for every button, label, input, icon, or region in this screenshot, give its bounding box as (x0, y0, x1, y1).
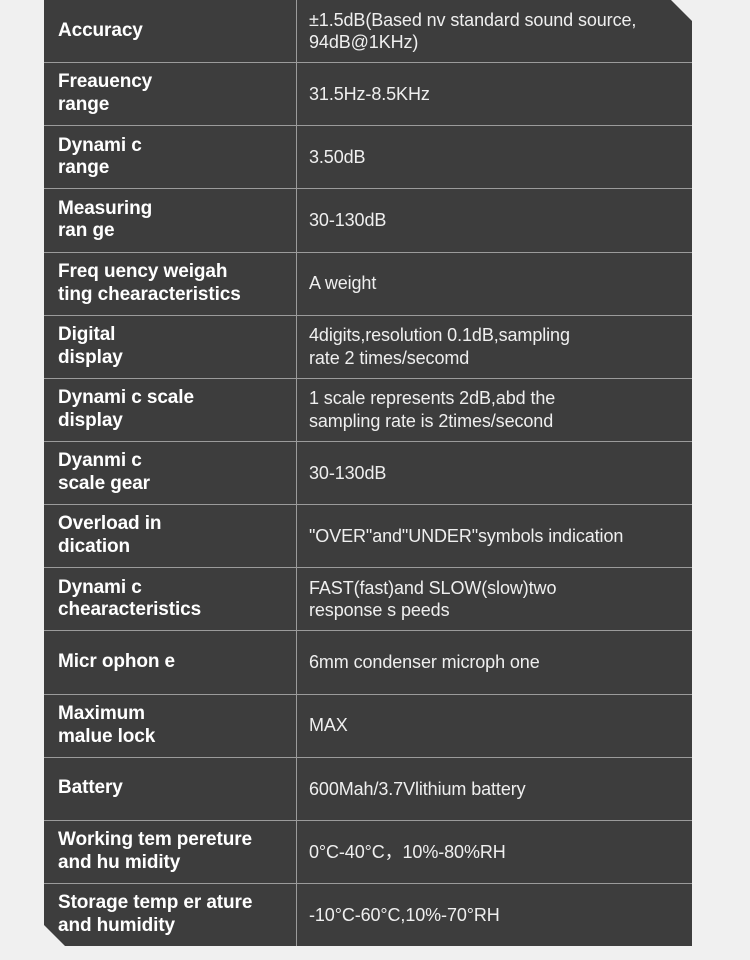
spec-value-text: 1 scale represents 2dB,abd the sampling … (309, 388, 556, 431)
spec-value-text: 30-130dB (309, 210, 387, 231)
table-row: Battery 600Mah/3.7Vlithium battery (44, 758, 692, 821)
spec-value-cell: 1 scale represents 2dB,abd the sampling … (297, 379, 692, 441)
spec-label-text: Dynami c chearacteristics (58, 576, 202, 621)
spec-label-cell: Storage temp er ature and humidity (44, 884, 297, 946)
spec-value-text: 600Mah/3.7Vlithium battery (309, 778, 526, 799)
spec-label-text: Accuracy (58, 19, 143, 41)
spec-label-cell: Accuracy (44, 0, 297, 62)
spec-label-cell: Overload in dication (44, 505, 297, 567)
spec-label-text: Maximum malue lock (58, 702, 156, 747)
table-row: Digital display 4digits,resolution 0.1dB… (44, 316, 692, 379)
spec-label-cell: Measuring ran ge (44, 189, 297, 251)
spec-value-cell: 600Mah/3.7Vlithium battery (297, 758, 692, 820)
spec-label-text: Digital display (58, 323, 123, 368)
spec-value-text: 0°C-40°C，10%-80%RH (309, 841, 506, 862)
table-row: Maximum malue lock MAX (44, 695, 692, 758)
spec-label-text: Freq uency weigah ting chearacteristics (58, 260, 241, 305)
spec-label-text: Working tem pereture and hu midity (58, 829, 253, 873)
table-row: Dynami c scale display 1 scale represent… (44, 379, 692, 442)
spec-label-cell: Digital display (44, 316, 297, 378)
specifications-table: Accuracy ±1.5dB(Based nv standard sound … (44, 0, 692, 946)
spec-value-text: 4digits,resolution 0.1dB,sampling rate 2… (309, 325, 570, 368)
spec-value-cell: A weight (297, 253, 692, 315)
spec-value-text: -10°C-60°C,10%-70°RH (309, 904, 500, 925)
spec-value-text: 30-130dB (309, 462, 387, 483)
spec-label-cell: Freq uency weigah ting chearacteristics (44, 253, 297, 315)
spec-label-text: Storage temp er ature and humidity (58, 892, 253, 937)
spec-label-cell: Dynami c scale display (44, 379, 297, 441)
spec-label-cell: Dynami c range (44, 126, 297, 188)
spec-value-text: MAX (309, 715, 348, 736)
spec-label-text: Dynami c range (58, 134, 142, 179)
spec-label-text: Freauency range (58, 71, 153, 116)
spec-value-cell: -10°C-60°C,10%-70°RH (297, 884, 692, 946)
table-row: Micr ophon e 6mm condenser microph one (44, 631, 692, 694)
spec-value-text: 31.5Hz-8.5KHz (309, 83, 430, 104)
table-row: Storage temp er ature and humidity -10°C… (44, 884, 692, 946)
spec-value-cell: 31.5Hz-8.5KHz (297, 63, 692, 125)
table-row: Working tem pereture and hu midity 0°C-4… (44, 821, 692, 884)
spec-value-text: 6mm condenser microph one (309, 652, 540, 673)
spec-label-cell: Dyanmi c scale gear (44, 442, 297, 504)
spec-value-cell: FAST(fast)and SLOW(slow)two response s p… (297, 568, 692, 630)
spec-table-container: Accuracy ±1.5dB(Based nv standard sound … (44, 0, 692, 946)
spec-value-text: ±1.5dB(Based nv standard sound source, 9… (309, 9, 637, 53)
table-row: Accuracy ±1.5dB(Based nv standard sound … (44, 0, 692, 63)
table-row: Overload in dication "OVER"and"UNDER"sym… (44, 505, 692, 568)
spec-label-text: Micr ophon e (58, 651, 176, 673)
table-row: Freq uency weigah ting chearacteristics … (44, 253, 692, 316)
spec-value-cell: MAX (297, 695, 692, 757)
spec-label-text: Battery (58, 777, 123, 799)
spec-value-cell: 30-130dB (297, 189, 692, 251)
table-row: Dynami c chearacteristics FAST(fast)and … (44, 568, 692, 631)
spec-value-text: A weight (309, 273, 377, 294)
spec-value-cell: 6mm condenser microph one (297, 631, 692, 693)
spec-label-text: Measuring ran ge (58, 197, 153, 242)
spec-label-text: Dynami c scale display (58, 387, 194, 431)
spec-label-text: Overload in dication (58, 513, 162, 558)
spec-value-cell: "OVER"and"UNDER"symbols indication (297, 505, 692, 567)
table-row: Dynami c range 3.50dB (44, 126, 692, 189)
spec-label-cell: Dynami c chearacteristics (44, 568, 297, 630)
spec-value-cell: ±1.5dB(Based nv standard sound source, 9… (297, 0, 692, 62)
table-row: Measuring ran ge 30-130dB (44, 189, 692, 252)
spec-value-cell: 3.50dB (297, 126, 692, 188)
spec-value-cell: 30-130dB (297, 442, 692, 504)
spec-label-cell: Freauency range (44, 63, 297, 125)
spec-value-text: FAST(fast)and SLOW(slow)two response s p… (309, 577, 557, 621)
spec-value-text: "OVER"and"UNDER"symbols indication (309, 525, 624, 546)
spec-label-cell: Maximum malue lock (44, 695, 297, 757)
table-row: Freauency range 31.5Hz-8.5KHz (44, 63, 692, 126)
spec-label-text: Dyanmi c scale gear (58, 450, 150, 495)
spec-value-cell: 0°C-40°C，10%-80%RH (297, 821, 692, 883)
spec-value-cell: 4digits,resolution 0.1dB,sampling rate 2… (297, 316, 692, 378)
table-row: Dyanmi c scale gear 30-130dB (44, 442, 692, 505)
spec-value-text: 3.50dB (309, 147, 366, 168)
spec-label-cell: Working tem pereture and hu midity (44, 821, 297, 883)
spec-label-cell: Battery (44, 758, 297, 820)
spec-label-cell: Micr ophon e (44, 631, 297, 693)
